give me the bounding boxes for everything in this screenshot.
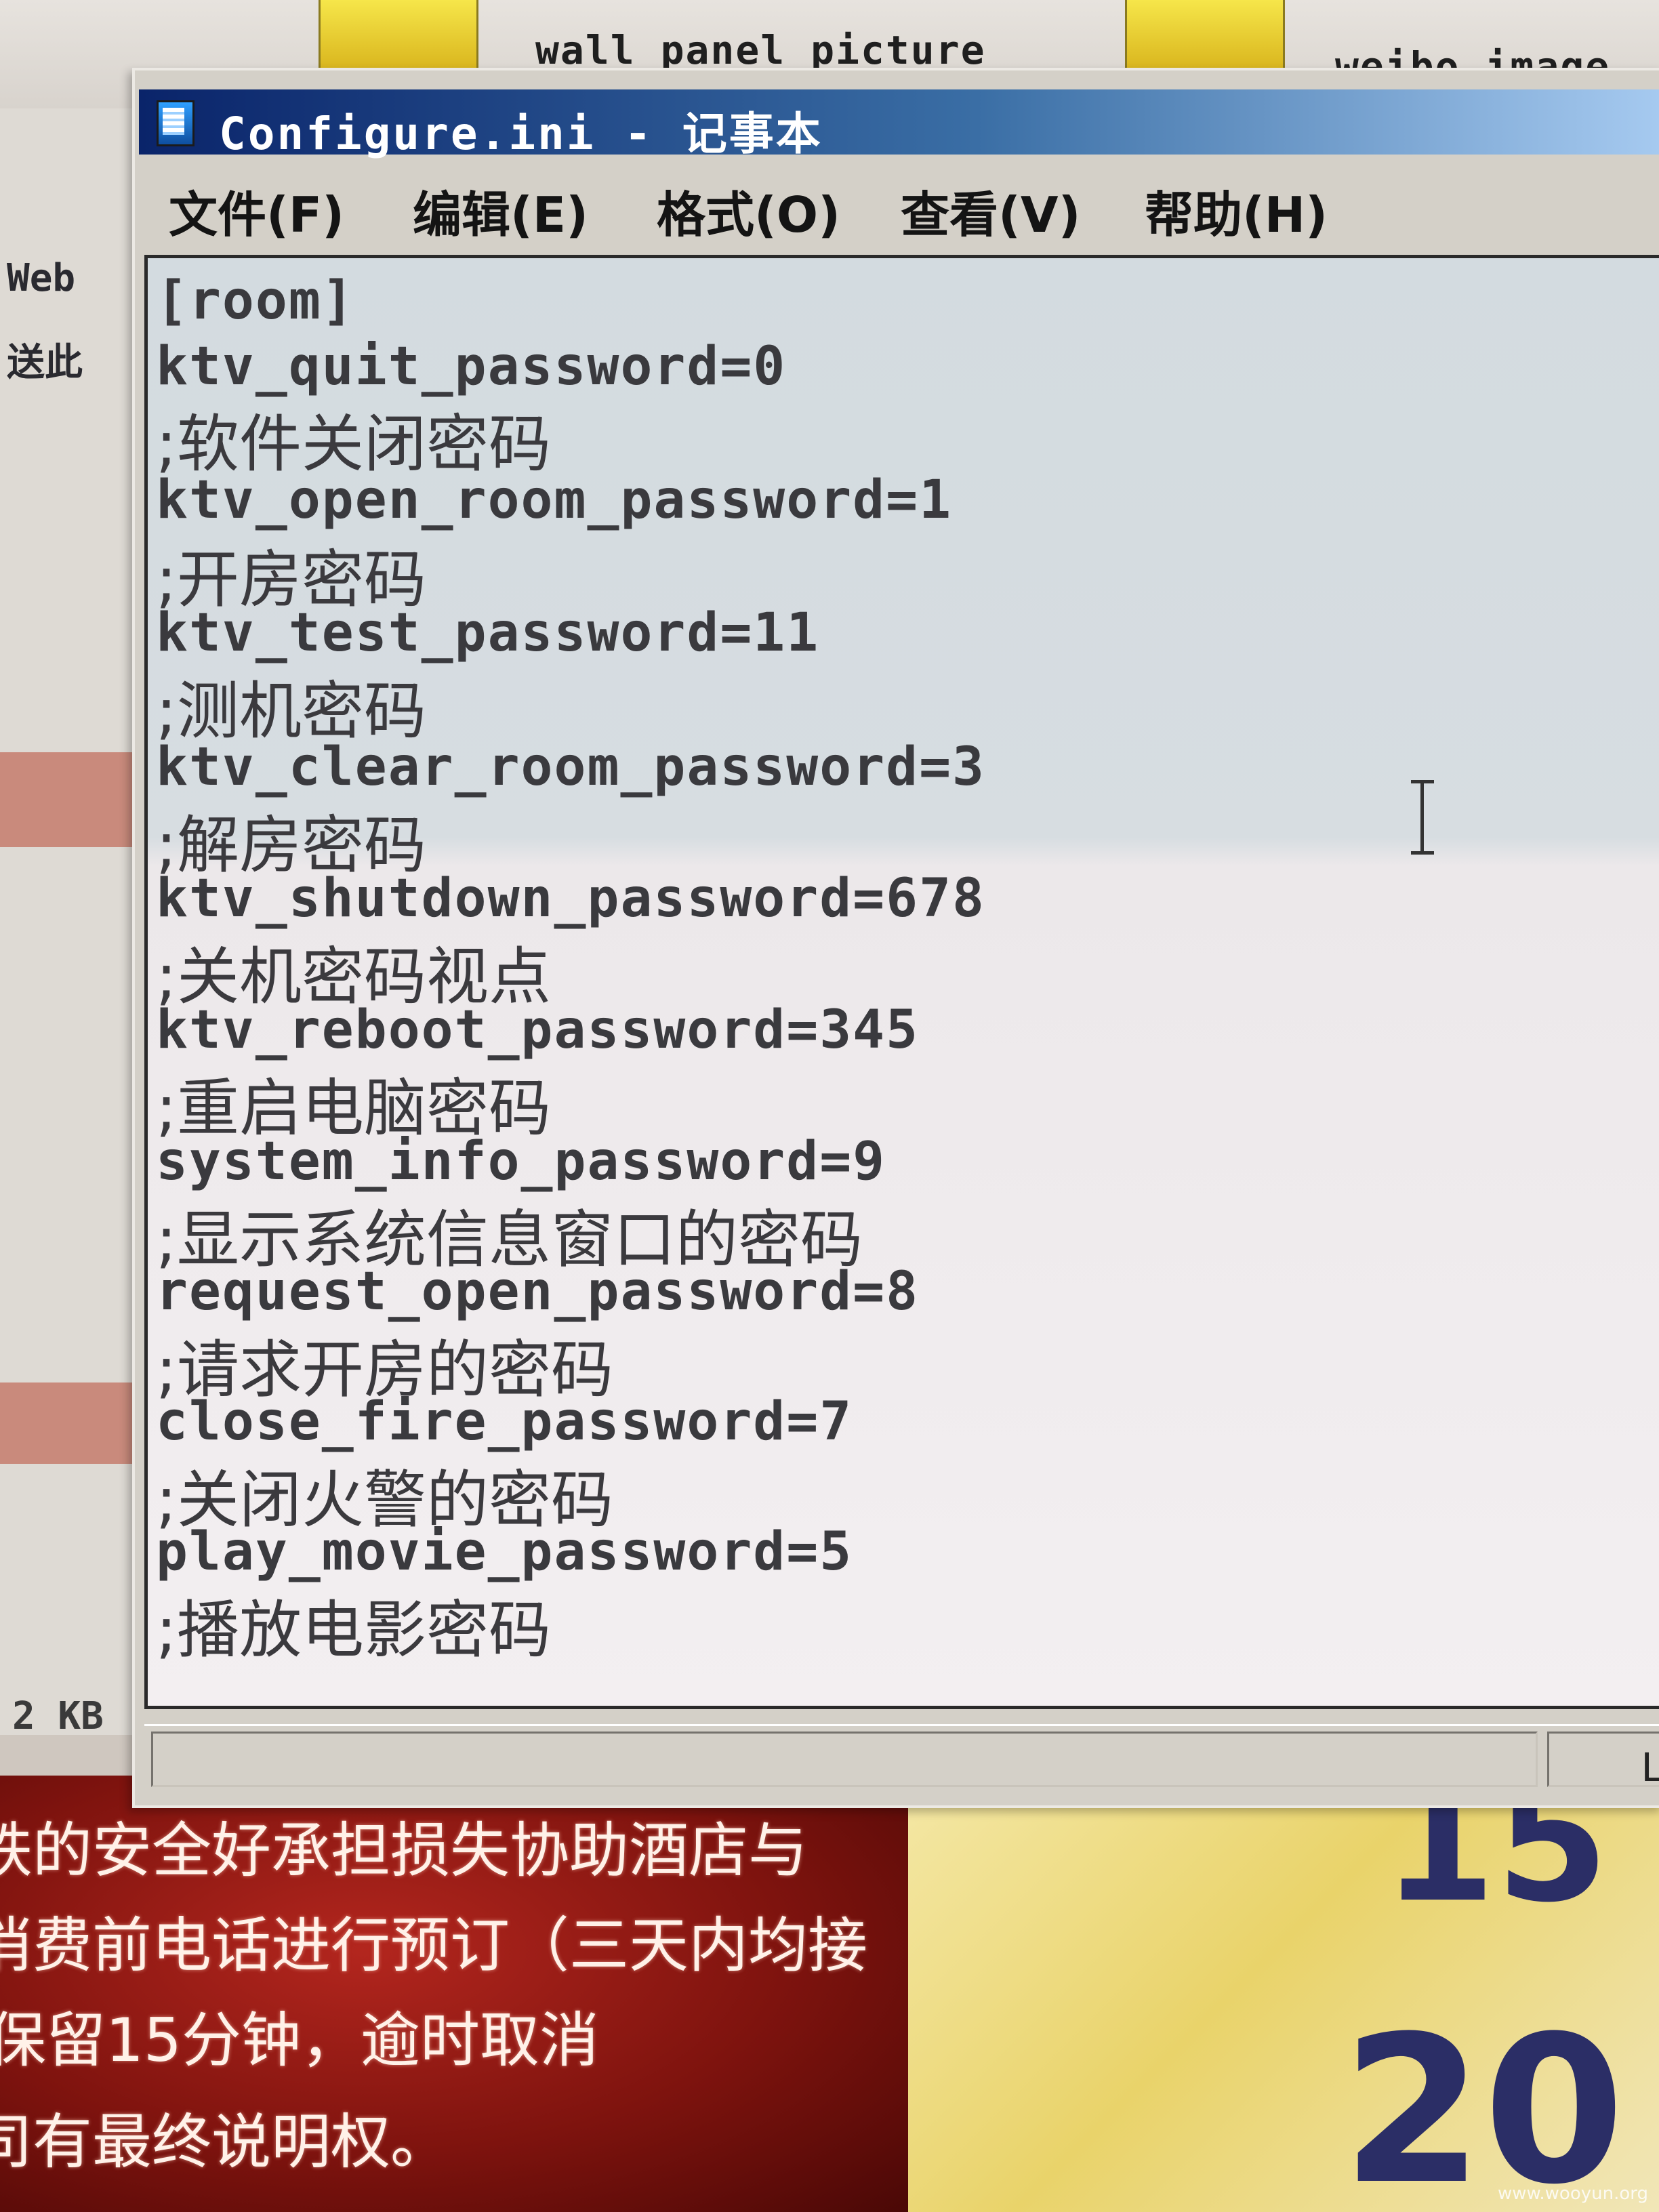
file-size-label: 2 KB <box>12 1694 104 1738</box>
notepad-window: Configure.ini - 记事本 文件(F) 编辑(E) 格式(O) 查看… <box>132 68 1659 1808</box>
ini-key-value: system_info_password=9 <box>156 1131 886 1192</box>
advert-line: 跌的安全好承担损失协助酒店与 <box>0 1816 808 1885</box>
ini-key-value: ktv_shutdown_password=678 <box>156 868 985 929</box>
ini-key-value: play_movie_password=5 <box>156 1521 853 1582</box>
status-cell <box>151 1732 1538 1787</box>
ini-key-value: ktv_clear_room_password=3 <box>156 737 985 798</box>
status-bar: L <box>144 1724 1659 1791</box>
menu-edit[interactable]: 编辑(E) <box>413 175 588 246</box>
folder-icon[interactable] <box>319 0 478 77</box>
left-highlight-band <box>0 752 136 847</box>
ini-comment: ;播放电影密码 <box>156 1594 551 1666</box>
notepad-icon[interactable] <box>157 100 194 146</box>
watermark: www.wooyun.org <box>1497 2184 1648 2204</box>
menu-view[interactable]: 查看(V) <box>901 175 1081 246</box>
text-cursor-icon <box>1408 780 1435 855</box>
window-title: Configure.ini - 记事本 <box>219 108 823 160</box>
yellow-advert-panel: 15 20 <box>908 1789 1659 2212</box>
menu-format[interactable]: 格式(O) <box>657 175 840 246</box>
left-highlight-band <box>0 1382 136 1464</box>
menu-bar: 文件(F) 编辑(E) 格式(O) 查看(V) 帮助(H) <box>139 159 1659 243</box>
folder-label-wall-panel[interactable]: wall_panel_picture <box>535 27 986 73</box>
ini-section: [room] <box>156 270 355 331</box>
status-cell-position: L <box>1547 1732 1659 1790</box>
menu-help[interactable]: 帮助(H) <box>1145 175 1328 246</box>
title-bar[interactable]: Configure.ini - 记事本 <box>139 89 1659 160</box>
ini-key-value: request_open_password=8 <box>156 1261 920 1322</box>
ini-key-value: ktv_quit_password=0 <box>156 336 787 397</box>
text-editor-area[interactable]: [room] ktv_quit_password=0 ;软件关闭密码 ktv_o… <box>144 255 1659 1709</box>
advert-number: 20 <box>1342 1992 1625 2212</box>
status-position-text: L <box>1641 1744 1659 1790</box>
ini-key-value: ktv_test_password=11 <box>156 602 820 663</box>
advert-line: 消费前电话进行预订（三天内均接 <box>0 1910 868 1980</box>
left-label-send: 送此 <box>7 341 83 385</box>
background-explorer-pane: Web 送此 2 KB <box>0 108 137 1738</box>
advert-line: 保留15分钟，逾时取消 <box>0 2005 599 2075</box>
folder-icon[interactable] <box>1125 0 1285 77</box>
red-advert-panel: 跌的安全好承担损失协助酒店与 消费前电话进行预订（三天内均接 保留15分钟，逾时… <box>0 1776 908 2212</box>
advert-number: 15 <box>1382 1789 1609 1938</box>
ini-key-value: ktv_open_room_password=1 <box>156 470 953 531</box>
menu-file[interactable]: 文件(F) <box>169 175 344 246</box>
ini-key-value: close_fire_password=7 <box>156 1391 853 1452</box>
left-label-web: Web <box>7 256 76 300</box>
ini-key-value: ktv_reboot_password=345 <box>156 1000 920 1061</box>
advert-line: 司有最终说明权。 <box>0 2107 451 2177</box>
